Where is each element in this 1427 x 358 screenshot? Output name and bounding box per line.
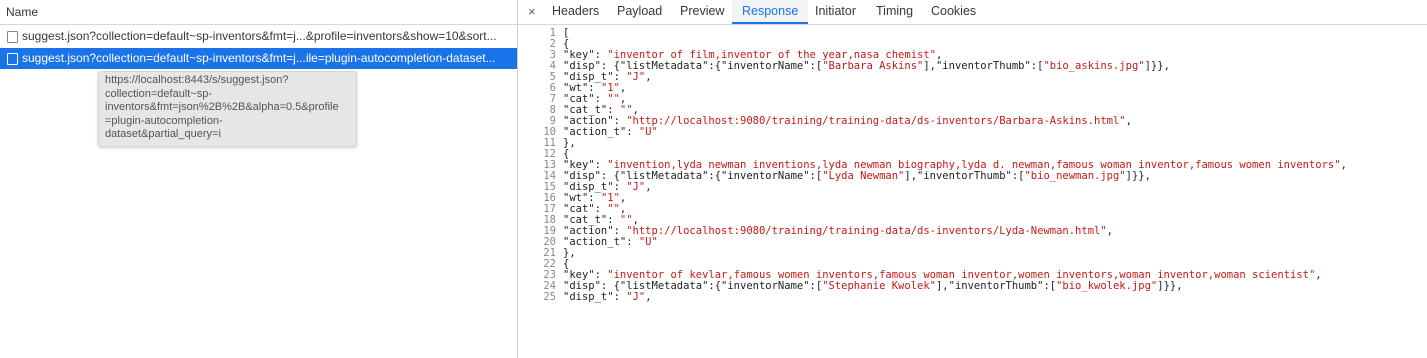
file-icon xyxy=(7,53,18,65)
code-line: 17 "cat": "", xyxy=(518,204,1427,215)
request-row-selected[interactable]: suggest.json?collection=default~sp-inven… xyxy=(0,48,517,69)
tooltip-line: dataset&partial_query=i xyxy=(105,128,221,140)
tab-initiator[interactable]: Initiator xyxy=(815,0,856,24)
code-line: 6 "wt": "1", xyxy=(518,83,1427,94)
file-icon xyxy=(7,31,18,43)
tooltip-line: inventors&fmt=json%2B%2B&alpha=0.5&profi… xyxy=(105,101,339,113)
response-body: 1[2{3 "key": "inventor of film,inventor o… xyxy=(518,28,1427,303)
code-line: 11}, xyxy=(518,138,1427,149)
tab-timing[interactable]: Timing xyxy=(876,0,913,24)
network-request-list: Name suggest.json?collection=default~sp-… xyxy=(0,0,518,358)
code-line: 7 "cat": "", xyxy=(518,94,1427,105)
tooltip-line: https://localhost:8443/s/suggest.json? xyxy=(105,74,289,86)
url-tooltip: https://localhost:8443/s/suggest.json? c… xyxy=(98,71,357,147)
request-name: suggest.json?collection=default~sp-inven… xyxy=(22,51,496,65)
code-line: 1[ xyxy=(518,28,1427,39)
code-text: "disp_t": "J", xyxy=(563,291,652,303)
line-number: 25 xyxy=(543,291,556,303)
request-detail-panel: × Headers Payload Preview Response Initi… xyxy=(518,0,1427,358)
request-name: suggest.json?collection=default~sp-inven… xyxy=(22,29,497,43)
tab-headers[interactable]: Headers xyxy=(552,0,599,24)
code-line: 14 "disp": {"listMetadata":{"inventorName… xyxy=(518,171,1427,182)
code-line: 21}, xyxy=(518,248,1427,259)
code-line: 4 "disp": {"listMetadata":{"inventorName"… xyxy=(518,61,1427,72)
code-line: 10 "action_t": "U" xyxy=(518,127,1427,138)
code-line: 15 "disp_t": "J", xyxy=(518,182,1427,193)
close-icon[interactable]: × xyxy=(528,4,536,19)
code-text: "disp": {"listMetadata":{"inventorName":… xyxy=(563,280,1183,292)
tab-payload[interactable]: Payload xyxy=(617,0,662,24)
code-line: 5 "disp_t": "J", xyxy=(518,72,1427,83)
code-line: 24 "disp": {"listMetadata":{"inventorName… xyxy=(518,281,1427,292)
tab-response[interactable]: Response xyxy=(732,0,809,24)
detail-tab-bar: × Headers Payload Preview Response Initi… xyxy=(518,0,1427,25)
tab-cookies[interactable]: Cookies xyxy=(931,0,976,24)
code-line: 20 "action_t": "U" xyxy=(518,237,1427,248)
tooltip-line: collection=default~sp- xyxy=(105,87,213,100)
code-line: 16 "wt": "1", xyxy=(518,193,1427,204)
code-text: "action_t": "U" xyxy=(563,126,658,138)
tooltip-line: =plugin-autocompletion- xyxy=(105,114,223,127)
name-column-header[interactable]: Name xyxy=(0,0,517,25)
request-row[interactable]: suggest.json?collection=default~sp-inven… xyxy=(0,26,517,47)
code-text: "disp": {"listMetadata":{"inventorName":… xyxy=(563,60,1170,72)
code-text: "action_t": "U" xyxy=(563,236,658,248)
tab-preview[interactable]: Preview xyxy=(680,0,724,24)
code-line: 25 "disp_t": "J", xyxy=(518,292,1427,303)
